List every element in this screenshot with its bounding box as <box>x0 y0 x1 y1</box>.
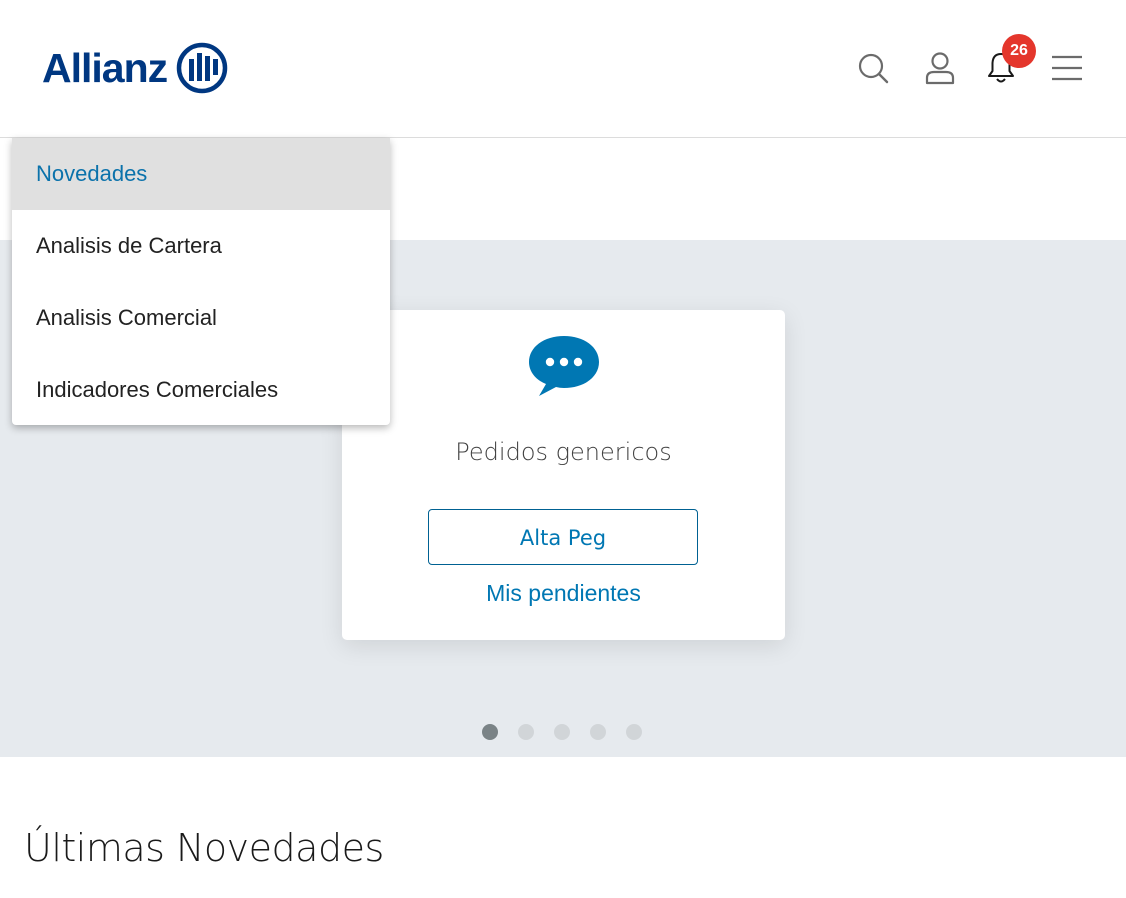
carousel-dot[interactable] <box>482 724 498 740</box>
menu-item-analisis-comercial[interactable]: Analisis Comercial <box>12 282 390 354</box>
carousel-dot[interactable] <box>554 724 570 740</box>
carousel-dot[interactable] <box>590 724 606 740</box>
alta-peg-button[interactable]: Alta Peg <box>428 509 698 565</box>
user-icon[interactable] <box>916 44 964 92</box>
mis-pendientes-link[interactable]: Mis pendientes <box>342 580 785 607</box>
allianz-eagle-icon <box>176 42 228 94</box>
chat-bubble-icon <box>529 336 599 396</box>
section-title: Últimas Novedades <box>24 826 384 870</box>
allianz-logo[interactable]: Allianz <box>42 42 228 94</box>
carousel-dot[interactable] <box>626 724 642 740</box>
top-header: Allianz 26 <box>0 0 1126 138</box>
menu-item-indicadores-comerciales[interactable]: Indicadores Comerciales <box>12 354 390 425</box>
carousel-pagination <box>482 724 642 740</box>
carousel-dot[interactable] <box>518 724 534 740</box>
hamburger-menu-icon[interactable] <box>1043 44 1091 92</box>
menu-item-analisis-cartera[interactable]: Analisis de Cartera <box>12 210 390 282</box>
carousel-card: Pedidos genericos Alta Peg Mis pendiente… <box>342 310 785 640</box>
navigation-dropdown: Novedades Analisis de Cartera Analisis C… <box>12 138 390 425</box>
notification-badge: 26 <box>1002 34 1036 68</box>
search-icon[interactable] <box>849 44 897 92</box>
logo-text: Allianz <box>42 45 168 91</box>
menu-item-novedades[interactable]: Novedades <box>12 138 390 210</box>
card-title: Pedidos genericos <box>455 438 672 466</box>
